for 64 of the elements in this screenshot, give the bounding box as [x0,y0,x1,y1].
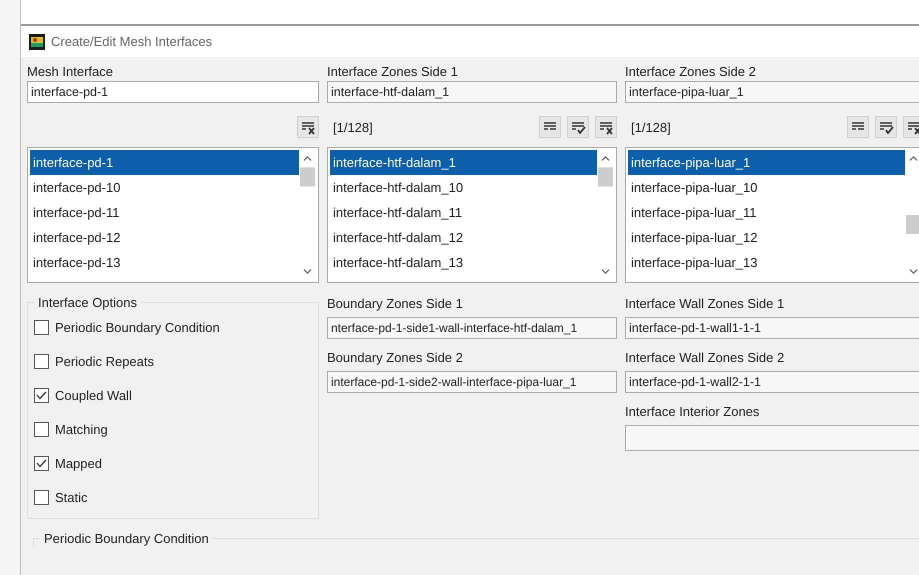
checkbox[interactable] [34,456,49,470]
selection-count: [1/128] [333,120,374,134]
option-checkbox[interactable]: Mapped [34,452,312,474]
name-field[interactable]: interface-pipa-luar_1 [625,81,919,103]
list-item[interactable]: interface-htf-dalam_1 [330,150,597,175]
checkbox-label: Mapped [55,456,102,470]
option-checkbox[interactable]: Coupled Wall [34,384,312,406]
text-field[interactable]: interface-pd-1-wall2-1-1 [625,371,919,393]
list-item[interactable]: interface-pipa-luar_1 [628,150,905,175]
list-item[interactable]: interface-pd-13 [30,250,299,275]
list-item[interactable]: interface-pipa-luar_12 [628,225,905,250]
list-item[interactable]: interface-pd-1 [30,150,299,175]
text-field[interactable]: interface-pd-1-wall1-1-1 [625,317,919,339]
field-label: Mesh Interface [27,63,114,81]
deselect-all-button[interactable] [595,116,617,138]
option-checkbox[interactable]: Periodic Boundary Condition [34,316,312,338]
list-item[interactable]: interface-htf-dalam_13 [330,250,597,275]
group-title: Periodic Boundary Condition [43,531,210,546]
name-field[interactable]: interface-htf-dalam_1 [327,81,617,103]
text-field[interactable]: nterface-pd-1-side1-wall-interface-htf-dalam_1 [327,317,617,339]
window-title: Create/Edit Mesh Interfaces [51,34,212,49]
selection-count: [1/128] [631,120,672,134]
field-label: Boundary Zones Side 1 [327,295,464,313]
list-item[interactable]: interface-pd-10 [30,175,299,200]
deselect-all-button[interactable] [903,116,919,138]
checkbox-label: Coupled Wall [55,388,132,402]
check-mark-icon [36,390,47,400]
group-title: Interface Options [37,295,138,310]
select-all-button[interactable] [847,116,869,138]
checkbox[interactable] [34,320,49,334]
checkbox[interactable] [34,354,49,368]
checkbox[interactable] [34,490,49,504]
text-field[interactable] [625,425,919,451]
field-label: Interface Zones Side 2 [625,63,757,81]
select-checked-button[interactable] [875,116,897,138]
field-label: Interface Zones Side 1 [327,63,459,81]
list-item[interactable]: interface-pd-11 [30,200,299,225]
name-field[interactable]: interface-pd-1 [27,81,319,103]
checkbox-label: Static [55,490,88,504]
list-item[interactable]: interface-htf-dalam_11 [330,200,597,225]
select-checked-button[interactable] [567,116,589,138]
checkbox-label: Periodic Repeats [55,354,154,368]
option-checkbox[interactable]: Matching [34,418,312,440]
list-item[interactable]: interface-htf-dalam_12 [330,225,597,250]
list-item[interactable]: interface-pipa-luar_10 [628,175,905,200]
deselect-all-button[interactable] [297,116,319,138]
option-checkbox[interactable]: Static [34,486,312,508]
field-label: Interface Interior Zones [625,403,760,421]
field-label: Boundary Zones Side 2 [327,349,464,367]
list-item[interactable]: interface-pipa-luar_11 [628,200,905,225]
field-label: Interface Wall Zones Side 1 [625,295,786,313]
checkbox-label: Periodic Boundary Condition [55,320,220,334]
list-item[interactable]: interface-pipa-luar_13 [628,250,905,275]
field-label: Interface Wall Zones Side 2 [625,349,786,367]
list-item[interactable]: interface-pd-12 [30,225,299,250]
checkbox-label: Matching [55,422,108,436]
option-checkbox[interactable]: Periodic Repeats [34,350,312,372]
text-field[interactable]: interface-pd-1-side2-wall-interface-pipa-luar_1 [327,371,617,393]
checkbox[interactable] [34,422,49,436]
checkbox[interactable] [34,388,49,402]
select-all-button[interactable] [539,116,561,138]
app-icon [29,34,45,50]
list-item[interactable]: interface-htf-dalam_10 [330,175,597,200]
check-mark-icon [36,458,47,468]
